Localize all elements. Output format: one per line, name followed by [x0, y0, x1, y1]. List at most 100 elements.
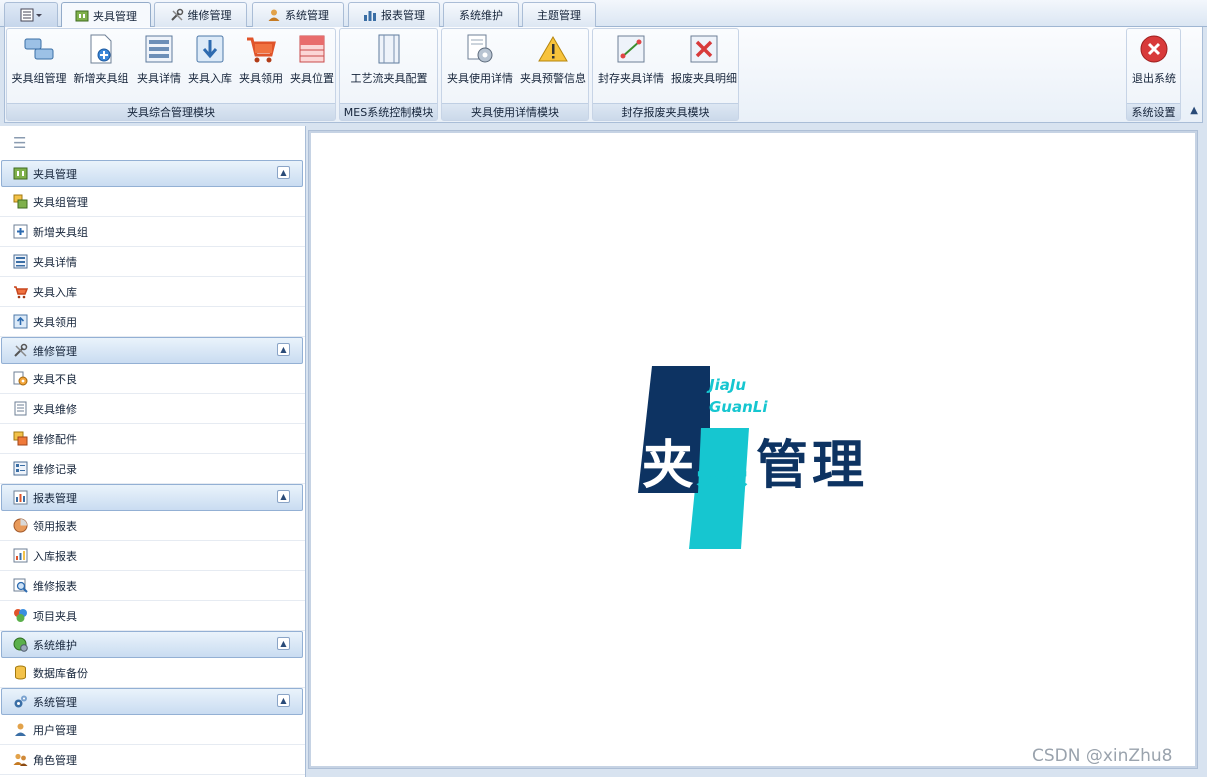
- tools-icon: [170, 8, 183, 21]
- tab-label: 主题管理: [537, 9, 581, 22]
- nav-item-label: 夹具不良: [33, 372, 77, 386]
- button-label: 退出系统: [1132, 72, 1176, 85]
- section-header-report-management[interactable]: 报表管理 ▲: [1, 484, 303, 511]
- button-label: 夹具使用详情: [447, 72, 513, 85]
- fixture-group-icon: [13, 194, 28, 209]
- fixture-warning-info-button[interactable]: 夹具预警信息: [518, 31, 588, 91]
- nav-item-add-fixture-group[interactable]: 新增夹具组: [0, 217, 305, 247]
- menu-toggle-icon[interactable]: ☰: [0, 126, 305, 160]
- button-label: 夹具详情: [137, 72, 181, 85]
- nav-item-stock-in-report[interactable]: 入库报表: [0, 541, 305, 571]
- collapse-section-icon[interactable]: ▲: [277, 343, 290, 356]
- nav-item-fixture-details[interactable]: 夹具详情: [0, 247, 305, 277]
- nav-item-user-management[interactable]: 用户管理: [0, 715, 305, 745]
- stock-in-icon: [196, 35, 224, 63]
- nav-item-fixture-stock-in[interactable]: 夹具入库: [0, 277, 305, 307]
- section-header-maintenance-management[interactable]: 维修管理 ▲: [1, 337, 303, 364]
- section-header-fixture-management[interactable]: 夹具管理 ▲: [1, 160, 303, 187]
- settings-document-icon: [13, 371, 28, 386]
- tab-theme-management[interactable]: 主题管理: [522, 2, 596, 27]
- tab-label: 系统维护: [459, 9, 503, 22]
- logo-char-4: 理: [812, 436, 864, 496]
- watermark-text: CSDN @xinZhu8: [1032, 746, 1173, 766]
- config-panel-icon: [378, 34, 400, 64]
- button-label: 夹具入库: [188, 72, 232, 85]
- fixture-management-logo: JiaJu GuanLi 夹 具 管 理: [638, 366, 864, 549]
- add-fixture-group-button[interactable]: 新增夹具组: [71, 31, 131, 91]
- fixture-usage-details-button[interactable]: 夹具使用详情: [444, 31, 516, 91]
- warning-icon: [538, 36, 568, 62]
- collapse-section-icon[interactable]: ▲: [277, 166, 290, 179]
- location-grid-icon: [299, 35, 325, 63]
- bar-chart-icon: [13, 548, 28, 563]
- nav-item-fixture-repair[interactable]: 夹具维修: [0, 394, 305, 424]
- group-title: 夹具综合管理模块: [7, 103, 335, 120]
- fixture-stock-in-button[interactable]: 夹具入库: [185, 31, 235, 91]
- nav-item-repair-records[interactable]: 维修记录: [0, 454, 305, 484]
- globe-settings-icon: [13, 637, 28, 652]
- tools-icon: [14, 343, 28, 357]
- fixture-group-icon: [24, 38, 54, 60]
- nav-item-role-management[interactable]: 角色管理: [0, 745, 305, 775]
- nav-item-database-backup[interactable]: 数据库备份: [0, 658, 305, 688]
- tab-report-management[interactable]: 报表管理: [348, 2, 440, 27]
- scrap-icon: [690, 35, 718, 63]
- section-title: 系统维护: [33, 638, 77, 652]
- button-label: 报废夹具明细: [671, 72, 737, 85]
- fixture-group-management-button[interactable]: 夹具组管理: [10, 31, 68, 91]
- process-fixture-config-button[interactable]: 工艺流夹具配置: [344, 31, 434, 91]
- nav-item-label: 数据库备份: [33, 666, 88, 680]
- section-header-system-maintenance[interactable]: 系统维护 ▲: [1, 631, 303, 658]
- tab-label: 夹具管理: [93, 9, 137, 23]
- collapse-ribbon-icon[interactable]: ▲: [1190, 105, 1198, 116]
- fixture-icon: [13, 167, 28, 180]
- shopping-cart-icon: [14, 286, 28, 299]
- group-title: 封存报废夹具模块: [593, 103, 738, 120]
- nav-item-label: 用户管理: [33, 723, 77, 737]
- tab-system-maintenance[interactable]: 系统维护: [443, 2, 519, 27]
- nav-item-fixture-issue[interactable]: 夹具领用: [0, 307, 305, 337]
- database-icon: [15, 665, 26, 680]
- nav-item-label: 角色管理: [33, 753, 77, 767]
- nav-item-label: 维修记录: [33, 462, 77, 476]
- tab-maintenance-management[interactable]: 维修管理: [154, 2, 247, 27]
- shopping-cart-icon: [247, 37, 276, 63]
- tab-system-management[interactable]: 系统管理: [252, 2, 344, 27]
- button-label: 新增夹具组: [73, 72, 129, 85]
- app-menu-button[interactable]: [4, 2, 58, 27]
- nav-item-repair-report[interactable]: 维修报表: [0, 571, 305, 601]
- details-list-icon: [13, 254, 28, 269]
- nav-item-label: 领用报表: [33, 519, 77, 533]
- tab-fixture-management[interactable]: 夹具管理: [61, 2, 151, 28]
- nav-item-issue-report[interactable]: 领用报表: [0, 511, 305, 541]
- logo-char-3: 管: [756, 436, 808, 496]
- nav-item-label: 夹具领用: [33, 315, 77, 329]
- ribbon-toolbar: 夹具组管理 新增夹具组 夹具详情 夹具入库 夹具领用 夹具位置 夹具综合管理模块…: [4, 27, 1203, 123]
- section-title: 系统管理: [33, 695, 77, 709]
- nav-item-fixture-group-management[interactable]: 夹具组管理: [0, 187, 305, 217]
- fixture-details-button[interactable]: 夹具详情: [134, 31, 184, 91]
- collapse-section-icon[interactable]: ▲: [277, 694, 290, 707]
- logo-char-2: 具: [696, 436, 748, 496]
- fixture-location-button[interactable]: 夹具位置: [287, 31, 337, 91]
- button-label: 封存夹具详情: [598, 72, 664, 85]
- nav-item-label: 夹具详情: [33, 255, 77, 269]
- ribbon-group-usage-details: 夹具使用详情 夹具预警信息 夹具使用详情模块: [441, 28, 589, 121]
- nav-item-label: 入库报表: [33, 549, 77, 563]
- fixture-icon: [75, 10, 89, 21]
- nav-item-repair-parts[interactable]: 维修配件: [0, 424, 305, 454]
- document-menu-icon: [20, 8, 42, 22]
- collapse-section-icon[interactable]: ▲: [277, 637, 290, 650]
- exit-system-button[interactable]: 退出系统: [1128, 31, 1180, 91]
- fixture-issue-button[interactable]: 夹具领用: [236, 31, 286, 91]
- section-title: 维修管理: [33, 344, 77, 358]
- close-icon: [1140, 35, 1168, 63]
- section-header-system-management[interactable]: 系统管理 ▲: [1, 688, 303, 715]
- nav-item-fixture-defect[interactable]: 夹具不良: [0, 364, 305, 394]
- collapse-section-icon[interactable]: ▲: [277, 490, 290, 503]
- nav-item-project-fixture[interactable]: 项目夹具: [0, 601, 305, 631]
- tab-label: 系统管理: [285, 9, 329, 22]
- sealed-fixture-details-button[interactable]: 封存夹具详情: [595, 31, 667, 91]
- scrapped-fixture-details-button[interactable]: 报废夹具明细: [669, 31, 739, 91]
- settings-document-icon: [467, 34, 493, 63]
